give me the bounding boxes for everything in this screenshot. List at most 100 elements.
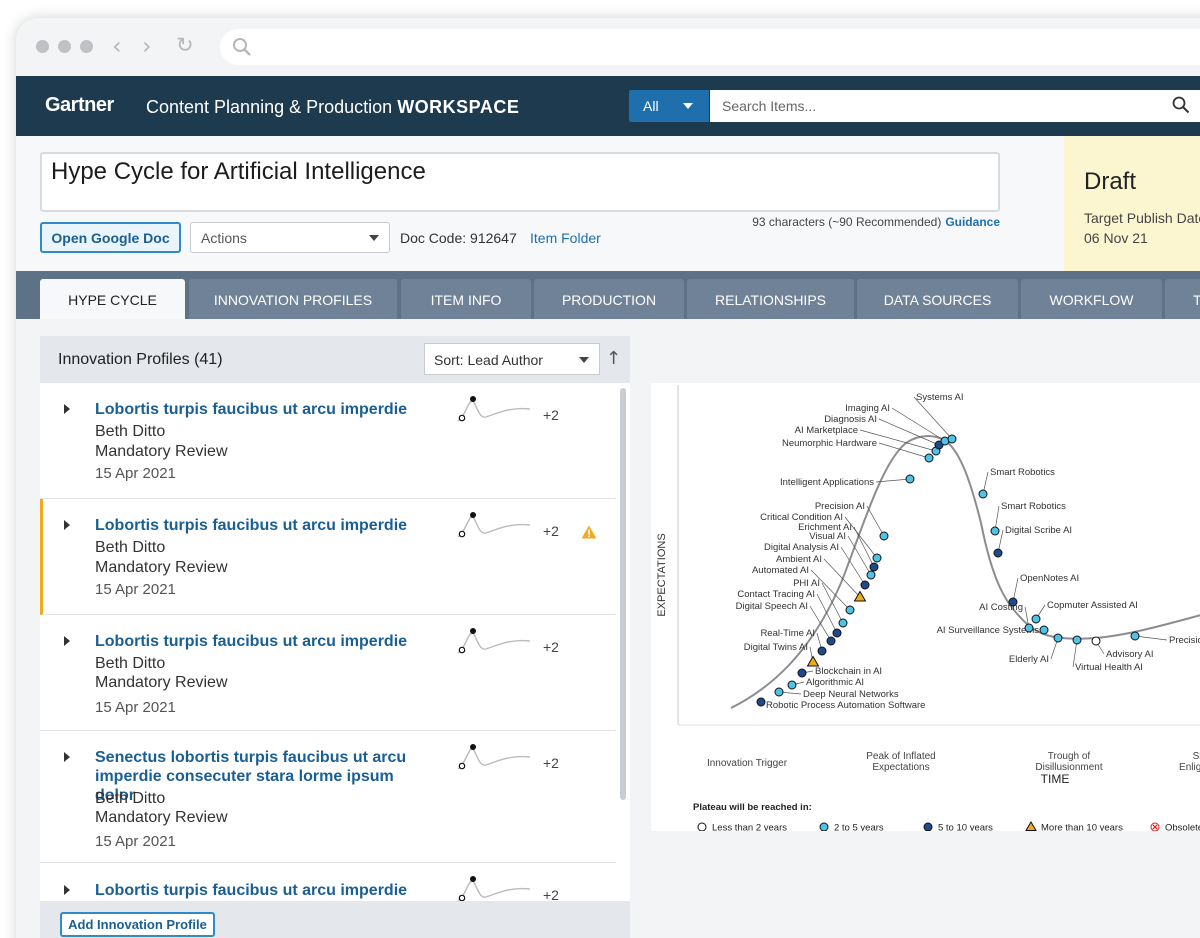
point-label[interactable]: PHI AI	[793, 578, 820, 589]
tab-innovation-profiles[interactable]: INNOVATION PROFILES	[189, 279, 397, 319]
point-label[interactable]: AI Marketplace	[795, 425, 858, 436]
window-minimize-dot[interactable]	[58, 40, 71, 53]
point-label[interactable]: Diagnosis AI	[824, 414, 877, 425]
point-label[interactable]: Copmuter Assisted AI	[1047, 600, 1138, 611]
hype-point[interactable]	[1039, 625, 1049, 635]
profile-title[interactable]: Lobortis turpis faucibus ut arcu imperdi…	[95, 400, 435, 419]
point-label[interactable]: Robotic Process Automation Software	[766, 700, 925, 711]
hype-point[interactable]	[905, 474, 915, 484]
hype-point[interactable]	[947, 434, 957, 444]
actions-dropdown[interactable]: Actions	[190, 222, 390, 253]
hype-point[interactable]	[872, 553, 882, 563]
hype-point[interactable]	[1130, 631, 1140, 641]
guidance-link[interactable]: Guidance	[945, 215, 1000, 229]
point-label[interactable]: Digital Analysis AI	[764, 542, 839, 553]
point-label[interactable]: Precision A	[1169, 635, 1200, 646]
hype-point[interactable]	[826, 636, 836, 646]
add-innovation-profile-button[interactable]: Add Innovation Profile	[60, 912, 215, 937]
point-label[interactable]: Smart Robotics	[990, 467, 1055, 478]
hype-point[interactable]	[774, 687, 784, 697]
profile-card[interactable]: Lobortis turpis faucibus ut arcu imperdi…	[40, 863, 616, 903]
point-label[interactable]: Imaging AI	[845, 403, 890, 414]
profile-title[interactable]: Lobortis turpis faucibus ut arcu imperdi…	[95, 881, 435, 900]
point-label[interactable]: Automated AI	[752, 565, 809, 576]
document-title-input[interactable]: Hype Cycle for Artificial Intelligence	[40, 152, 1000, 212]
tab-workflow[interactable]: WORKFLOW	[1021, 279, 1162, 319]
open-google-doc-button[interactable]: Open Google Doc	[40, 222, 181, 253]
hype-point[interactable]	[832, 628, 842, 638]
tab-more[interactable]: T	[1165, 279, 1200, 319]
point-label[interactable]: AI Surveillance Systems	[937, 625, 1040, 636]
tab-relationships[interactable]: RELATIONSHIPS	[687, 279, 854, 319]
window-close-dot[interactable]	[36, 40, 49, 53]
scrollbar[interactable]	[620, 388, 626, 800]
hype-point[interactable]	[924, 453, 934, 463]
search-icon[interactable]	[1172, 96, 1190, 114]
reload-icon[interactable]: ↻	[176, 33, 194, 57]
hype-point[interactable]	[787, 680, 797, 690]
hype-point[interactable]	[1031, 614, 1041, 624]
hype-point[interactable]	[1008, 597, 1018, 607]
point-label[interactable]: Erichment AI	[798, 522, 852, 533]
profile-title[interactable]: Lobortis turpis faucibus ut arcu imperdi…	[95, 632, 435, 651]
point-label[interactable]: Smart Robotics	[1001, 501, 1066, 512]
point-label[interactable]: Intelligent Applications	[780, 477, 874, 488]
hype-point[interactable]	[993, 548, 1003, 558]
hype-point[interactable]	[1024, 623, 1034, 633]
expand-icon[interactable]	[64, 636, 70, 646]
hype-point[interactable]	[866, 570, 876, 580]
point-label[interactable]: Precision AI	[815, 501, 865, 512]
hype-point[interactable]	[879, 531, 889, 541]
hype-point[interactable]	[1072, 635, 1082, 645]
expand-icon[interactable]	[64, 520, 70, 530]
window-maximize-dot[interactable]	[80, 40, 93, 53]
tab-production[interactable]: PRODUCTION	[534, 279, 684, 319]
expand-icon[interactable]	[64, 752, 70, 762]
profile-card[interactable]: Lobortis turpis faucibus ut arcu imperdi…	[40, 615, 616, 731]
point-label[interactable]: OpenNotes AI	[1020, 573, 1079, 584]
hype-point[interactable]	[1091, 636, 1101, 646]
search-scope-select[interactable]: All	[629, 90, 709, 122]
tab-data-sources[interactable]: DATA SOURCES	[857, 279, 1018, 319]
point-label[interactable]: Ambient AI	[776, 554, 822, 565]
hype-point[interactable]	[838, 618, 848, 628]
hype-point[interactable]	[845, 605, 855, 615]
profile-card[interactable]: Senectus lobortis turpis faucibus ut arc…	[40, 731, 616, 863]
tab-item-info[interactable]: ITEM INFO	[401, 279, 531, 319]
back-icon[interactable]: ‹	[112, 32, 122, 60]
point-label[interactable]: Neumorphic Hardware	[782, 438, 877, 449]
hype-point[interactable]	[797, 668, 807, 678]
item-folder-link[interactable]: Item Folder	[530, 230, 601, 246]
hype-point[interactable]	[978, 489, 988, 499]
hype-point[interactable]	[806, 655, 820, 667]
point-label[interactable]: Virtual Health AI	[1075, 662, 1143, 673]
point-label[interactable]: Digital Speech AI	[736, 601, 808, 612]
hype-point[interactable]	[869, 562, 879, 572]
profile-card[interactable]: Lobortis turpis faucibus ut arcu imperdi…	[40, 383, 616, 499]
gartner-logo[interactable]: Gartner	[45, 94, 114, 117]
point-label[interactable]: Elderly AI	[1009, 654, 1049, 665]
hype-point[interactable]	[860, 580, 870, 590]
point-label[interactable]: Contact Tracing AI	[737, 589, 815, 600]
profile-card[interactable]: Lobortis turpis faucibus ut arcu imperdi…	[40, 499, 616, 615]
hype-point[interactable]	[1053, 633, 1063, 643]
expand-icon[interactable]	[64, 404, 70, 414]
point-label[interactable]: Blockchain in AI	[815, 666, 882, 677]
forward-icon[interactable]: ›	[142, 32, 152, 60]
point-label[interactable]: Digital Twins AI	[744, 642, 808, 653]
warning-icon[interactable]	[581, 525, 597, 539]
point-label[interactable]: Advisory AI	[1106, 649, 1154, 660]
sort-direction-icon[interactable]: ↑	[606, 348, 621, 369]
point-label[interactable]: Systems AI	[916, 392, 964, 403]
profile-title[interactable]: Lobortis turpis faucibus ut arcu imperdi…	[95, 516, 435, 535]
address-bar[interactable]	[220, 29, 1200, 65]
point-label[interactable]: Digital Scribe AI	[1005, 525, 1072, 536]
sort-select[interactable]: Sort: Lead Author	[424, 343, 600, 375]
hype-point[interactable]	[990, 526, 1000, 536]
point-label[interactable]: Critical Condition AI	[760, 512, 843, 523]
search-input[interactable]	[710, 90, 1200, 122]
point-label[interactable]: Deep Neural Networks	[803, 689, 899, 700]
point-label[interactable]: Algorithmic AI	[806, 677, 864, 688]
tab-hype-cycle[interactable]: HYPE CYCLE	[40, 279, 185, 319]
expand-icon[interactable]	[64, 885, 70, 895]
